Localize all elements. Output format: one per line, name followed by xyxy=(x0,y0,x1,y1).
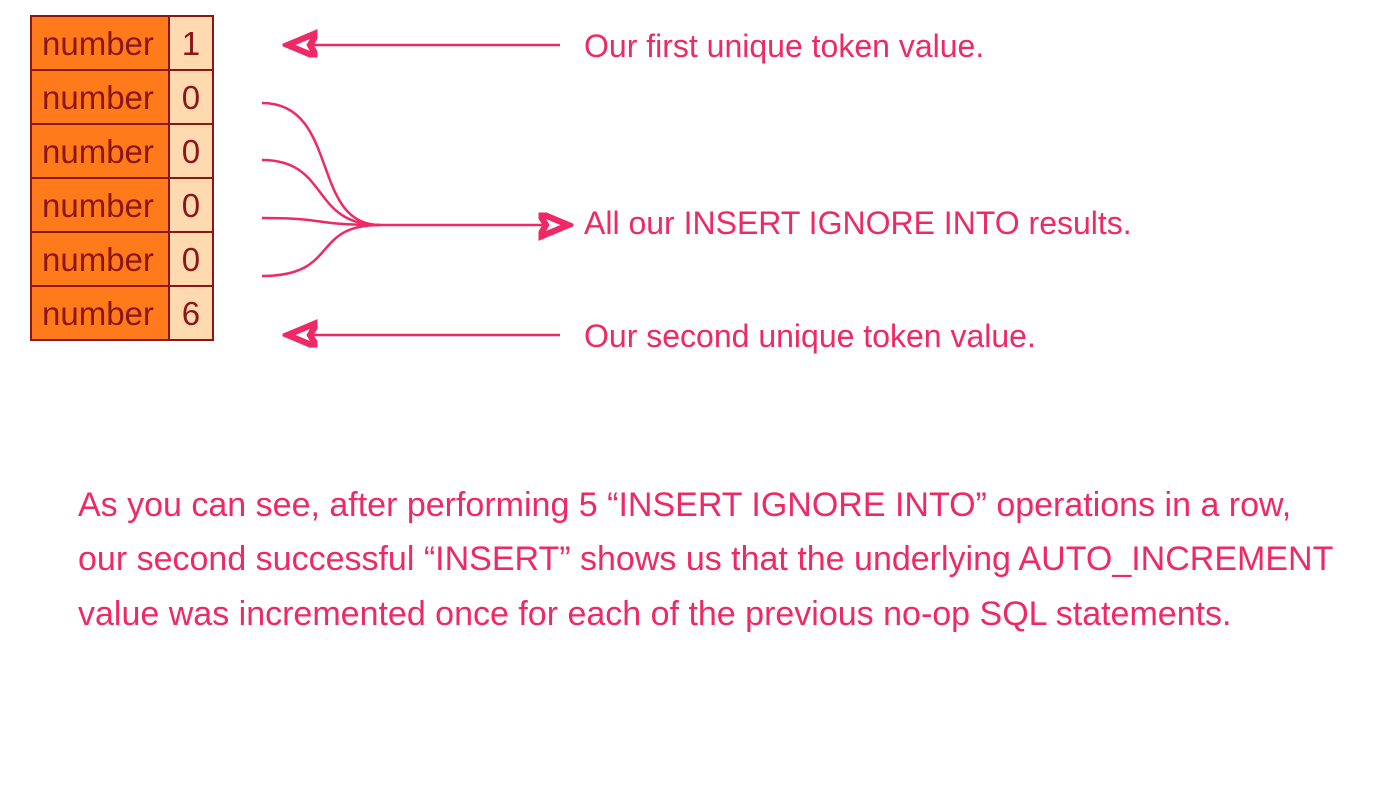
explanation-paragraph: As you can see, after performing 5 “INSE… xyxy=(78,478,1340,641)
table-row: number 1 xyxy=(31,16,213,70)
row-label: number xyxy=(31,232,169,286)
row-value: 0 xyxy=(169,178,213,232)
table-row: number 0 xyxy=(31,232,213,286)
row-value: 0 xyxy=(169,232,213,286)
row-label: number xyxy=(31,178,169,232)
table-row: number 0 xyxy=(31,70,213,124)
results-table: number 1 number 0 number 0 number 0 numb… xyxy=(30,15,214,341)
row-label: number xyxy=(31,70,169,124)
row-value: 0 xyxy=(169,124,213,178)
table-row: number 6 xyxy=(31,286,213,340)
row-value: 1 xyxy=(169,16,213,70)
table-row: number 0 xyxy=(31,178,213,232)
diagram-canvas: number 1 number 0 number 0 number 0 numb… xyxy=(0,0,1400,810)
row-label: number xyxy=(31,124,169,178)
annotation-first-unique: Our first unique token value. xyxy=(584,28,984,65)
row-label: number xyxy=(31,16,169,70)
row-label: number xyxy=(31,286,169,340)
table-row: number 0 xyxy=(31,124,213,178)
annotation-insert-ignore: All our INSERT IGNORE INTO results. xyxy=(584,205,1132,242)
row-value: 0 xyxy=(169,70,213,124)
row-value: 6 xyxy=(169,286,213,340)
annotation-second-unique: Our second unique token value. xyxy=(584,318,1036,355)
